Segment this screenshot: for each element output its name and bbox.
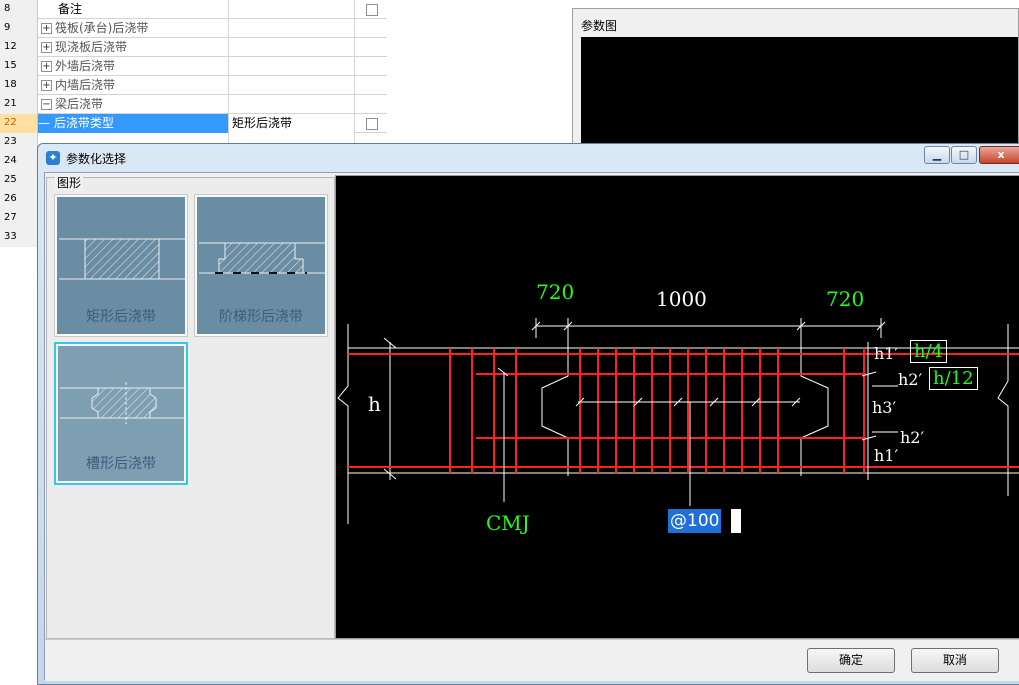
property-name-cell[interactable]: 备注 [38, 0, 229, 19]
dialog-titlebar[interactable]: ✦ 参数化选择 ▁ □ x [38, 144, 1019, 172]
screen: { "grid": { "rows": [ {"num": "8", "name… [0, 0, 1019, 685]
row-number: 27 [0, 209, 38, 228]
property-value[interactable]: 矩形后浇带 [229, 114, 355, 133]
row-checkbox[interactable] [366, 4, 378, 16]
grid-row[interactable]: 22 — 后浇带类型 矩形后浇带 [0, 114, 387, 133]
input-caret [731, 509, 741, 533]
cancel-button[interactable]: 取消 [911, 648, 999, 673]
row-number: 15 [0, 57, 38, 76]
h1-top-label: h1′ [874, 344, 899, 363]
property-name-cell[interactable]: + 筏板(承台)后浇带 [38, 19, 229, 38]
expand-icon[interactable]: + [41, 80, 52, 91]
property-name-cell[interactable]: + 内墙后浇带 [38, 76, 229, 95]
row-number: 22 [0, 114, 38, 133]
stirrups [449, 348, 865, 473]
expand-icon[interactable]: + [41, 42, 52, 53]
h1-top-value[interactable]: h/4 [910, 340, 948, 363]
grid-row[interactable]: 12 + 现浇板后浇带 [0, 38, 387, 57]
cad-preview[interactable]: 720 1000 720 h h1′ h/4 h2′ h/12 h3′ h2′ … [335, 175, 1019, 639]
minimize-button[interactable]: ▁ [924, 146, 950, 164]
row-number: 18 [0, 76, 38, 95]
collapse-icon[interactable]: − [41, 99, 52, 110]
shape-rectangular[interactable]: 矩形后浇带 [54, 194, 188, 337]
property-name-cell[interactable]: + 现浇板后浇带 [38, 38, 229, 57]
expand-icon[interactable]: + [41, 61, 52, 72]
grid-row[interactable]: 21− 梁后浇带 [0, 95, 387, 114]
property-name: 外墙后浇带 [55, 59, 116, 73]
dialog-title: 参数化选择 [66, 152, 127, 166]
parametric-select-dialog: ✦ 参数化选择 ▁ □ x 图形 矩形后浇带 阶梯形后浇带 槽形后浇带 720 … [37, 143, 1019, 685]
property-name: 筏板(承台)后浇带 [55, 21, 149, 35]
grid-row[interactable]: 8 备注 [0, 0, 387, 19]
shape-group-label: 图形 [55, 174, 84, 191]
dialog-client: 图形 矩形后浇带 阶梯形后浇带 槽形后浇带 720 1000 720 h h1′… [44, 172, 1019, 681]
param-figure-panel: 参数图 [572, 8, 1019, 158]
grid-row[interactable]: 15 + 外墙后浇带 [0, 57, 387, 76]
property-value[interactable] [229, 19, 355, 38]
shape-label: 槽形后浇带 [86, 456, 156, 472]
property-name: 后浇带类型 [53, 116, 114, 130]
maximize-button[interactable]: □ [951, 146, 977, 164]
row-number: 26 [0, 190, 38, 209]
app-icon: ✦ [46, 151, 60, 165]
param-figure-title: 参数图 [581, 19, 618, 33]
shape-stepped[interactable]: 阶梯形后浇带 [194, 194, 328, 337]
row-number: 8 [0, 0, 38, 19]
close-button[interactable]: x [979, 146, 1019, 164]
shape-group: 图形 矩形后浇带 阶梯形后浇带 槽形后浇带 [46, 174, 335, 639]
shape-label: 矩形后浇带 [86, 309, 156, 325]
row-number: 24 [0, 152, 38, 171]
property-name: 备注 [58, 2, 83, 16]
property-name: 内墙后浇带 [55, 78, 116, 92]
h2-bottom-label: h2′ [900, 428, 925, 447]
property-name: 梁后浇带 [55, 97, 104, 111]
property-name-cell[interactable]: − 梁后浇带 [38, 95, 229, 114]
dim-left: 720 [536, 280, 575, 304]
dialog-button-bar: 确定 取消 [45, 639, 1019, 681]
h-label: h [368, 392, 381, 416]
property-value[interactable] [229, 57, 355, 76]
property-value[interactable] [229, 38, 355, 57]
property-name-cell[interactable]: + 外墙后浇带 [38, 57, 229, 76]
property-value[interactable] [229, 0, 355, 19]
row-number: 21 [0, 95, 38, 114]
property-value[interactable] [229, 76, 355, 95]
dim-middle: 1000 [656, 287, 707, 311]
shape-grooved[interactable]: 槽形后浇带 [54, 342, 188, 485]
h2-top-value[interactable]: h/12 [929, 367, 978, 390]
row-checkbox[interactable] [366, 118, 378, 130]
cmj-label: CMJ [486, 511, 530, 535]
row-number: 12 [0, 38, 38, 57]
expand-icon[interactable]: + [41, 23, 52, 34]
row-number: 33 [0, 228, 38, 247]
tree-branch-icon: — [38, 116, 54, 130]
property-name-cell[interactable]: — 后浇带类型 [38, 114, 229, 133]
spacing-input[interactable]: @100 [668, 509, 722, 533]
h2-top-label: h2′ [898, 370, 923, 389]
shape-label: 阶梯形后浇带 [219, 309, 303, 325]
ok-button[interactable]: 确定 [807, 648, 895, 673]
param-figure-canvas [581, 37, 1018, 157]
h3-label: h3′ [872, 398, 897, 417]
cad-drawing [337, 318, 1019, 524]
row-number: 23 [0, 133, 38, 152]
dim-right: 720 [826, 287, 865, 311]
row-number: 9 [0, 19, 38, 38]
grid-row[interactable]: 18 + 内墙后浇带 [0, 76, 387, 95]
row-number: 25 [0, 171, 38, 190]
property-value[interactable] [229, 95, 355, 114]
property-name: 现浇板后浇带 [55, 40, 128, 54]
grid-row[interactable]: 9 + 筏板(承台)后浇带 [0, 19, 387, 38]
h1-bottom-label: h1′ [874, 446, 899, 465]
